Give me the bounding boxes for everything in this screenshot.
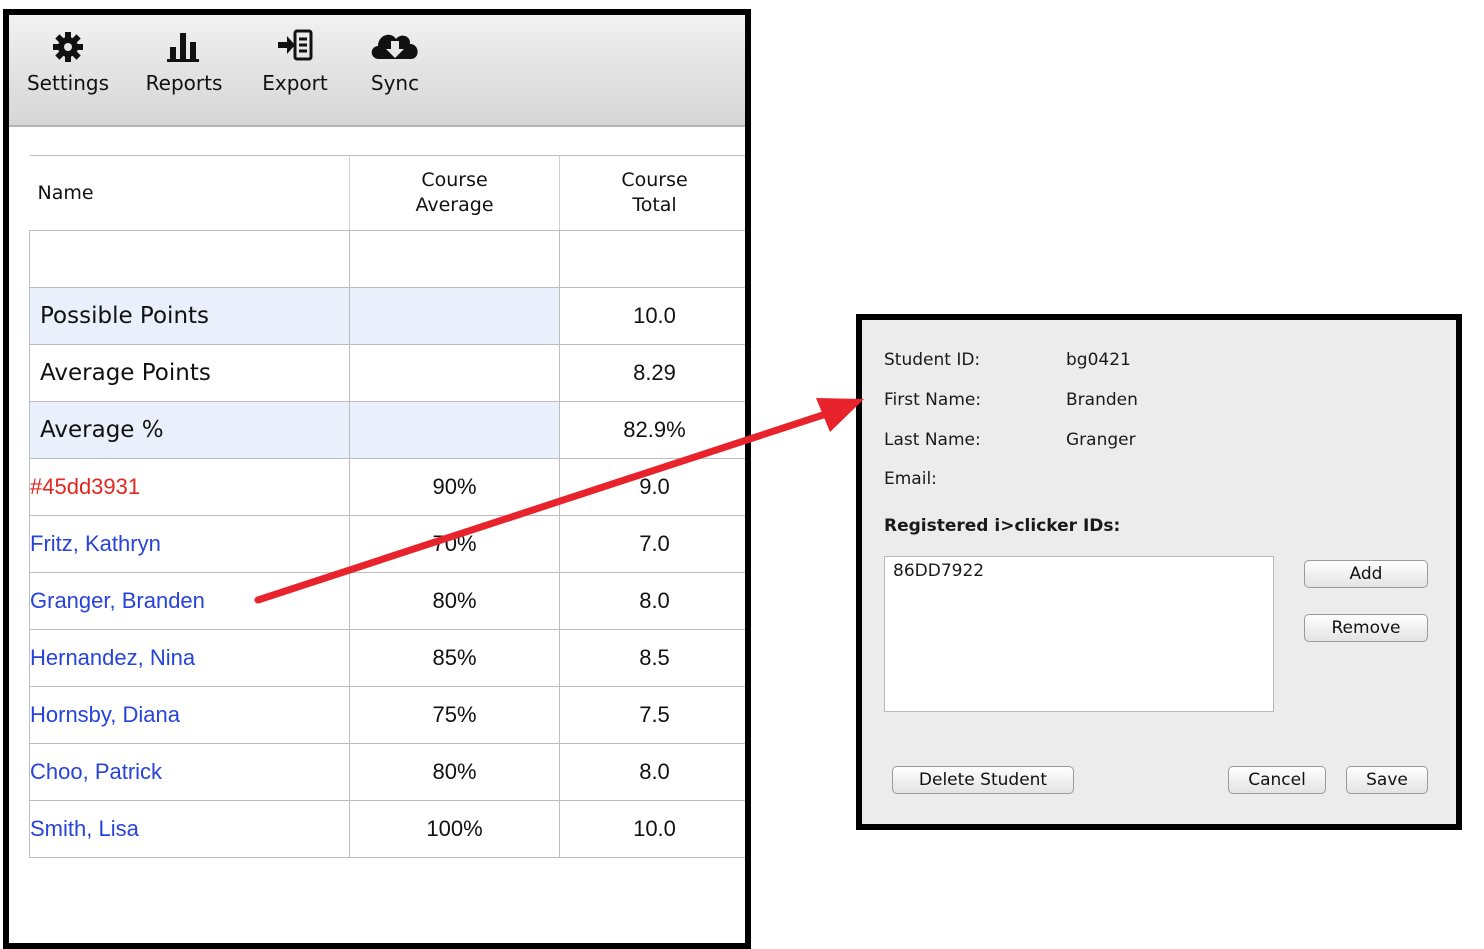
callout-arrow-icon — [254, 398, 864, 604]
